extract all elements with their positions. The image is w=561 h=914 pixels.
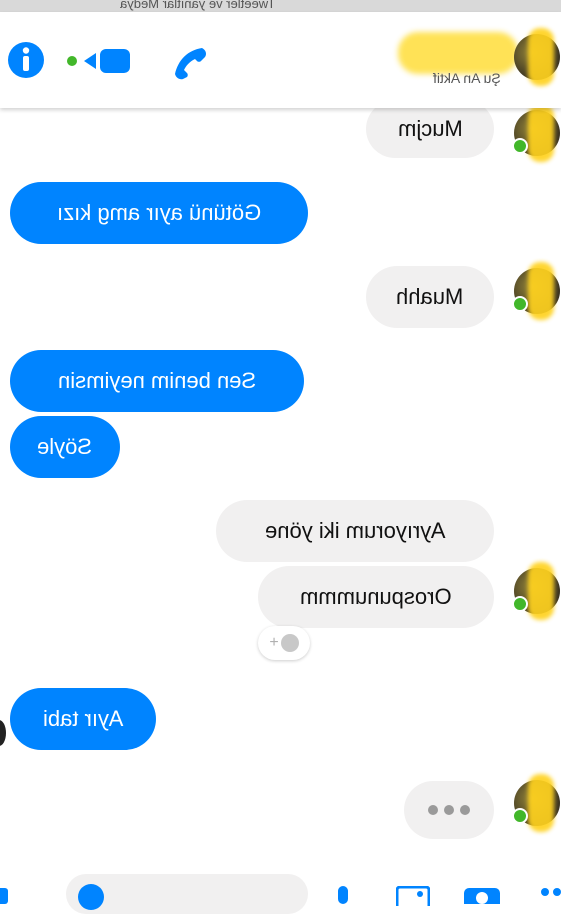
camera-icon[interactable] (464, 884, 500, 910)
plus-label: + (269, 634, 279, 651)
avatar-redaction (528, 262, 554, 320)
message-bubble[interactable]: Mucjm (366, 100, 494, 158)
avatar-redaction (528, 104, 554, 162)
typing-dot (428, 805, 438, 815)
message-bubble[interactable]: Sen benim neyimsin (10, 350, 304, 412)
avatar (512, 104, 560, 162)
message-bubble[interactable]: Muahh (366, 266, 494, 328)
online-dot (512, 808, 528, 824)
online-dot (512, 296, 528, 312)
message-bubble[interactable]: Ayrıyorum iki yöne (216, 500, 494, 562)
message-bubble[interactable]: Ayır tabi (10, 688, 156, 750)
typing-dot (444, 805, 454, 815)
typing-indicator (404, 781, 494, 839)
message-text: Sen benim neyimsin (57, 368, 257, 393)
active-status: Şu An Aktif (433, 70, 501, 86)
message-text: Söyle (37, 434, 93, 459)
avatar-redaction (528, 28, 554, 86)
header-avatar[interactable] (514, 28, 560, 86)
status-bar-text: Tweetler ve yanıtlar Medya (120, 0, 276, 11)
avatar-redaction (528, 562, 554, 620)
mic-icon[interactable] (336, 880, 350, 909)
message-text: Ayır tabi (42, 706, 124, 731)
message-input[interactable] (66, 874, 308, 914)
message-bubble[interactable]: Orospunummm (258, 566, 494, 628)
message-text: Orospunummm (300, 584, 452, 609)
message-text: Ayrıyorum iki yöne (264, 518, 446, 543)
typing-dot (460, 805, 470, 815)
emoji-icon[interactable] (78, 884, 104, 910)
message-text: Götünü ayır amg kızı (56, 200, 262, 225)
thumbs-up-icon[interactable] (0, 880, 18, 909)
apps-icon[interactable] (540, 886, 561, 907)
smiley-icon (280, 634, 299, 652)
image-icon[interactable] (395, 885, 431, 911)
conversation-header: Şu An Aktif (0, 12, 561, 108)
add-reaction-button[interactable]: + (258, 626, 310, 660)
online-dot (512, 138, 528, 154)
avatar (512, 262, 560, 320)
avatar-redaction (528, 774, 554, 832)
status-bar: Tweetler ve yanıtlar Medya (0, 0, 561, 12)
contact-name-redacted (398, 32, 518, 74)
seen-indicator (0, 720, 6, 746)
avatar (512, 774, 560, 832)
video-call-icon[interactable] (66, 46, 132, 81)
message-text: Muahh (396, 284, 464, 309)
message-bubble[interactable]: Götünü ayır amg kızı (10, 182, 308, 244)
avatar (512, 562, 560, 620)
phone-icon[interactable] (172, 42, 212, 87)
message-bubble[interactable]: Söyle (10, 416, 120, 478)
message-text: Mucjm (397, 116, 463, 141)
message-composer (0, 868, 561, 914)
online-dot (512, 596, 528, 612)
info-icon[interactable] (6, 40, 46, 85)
